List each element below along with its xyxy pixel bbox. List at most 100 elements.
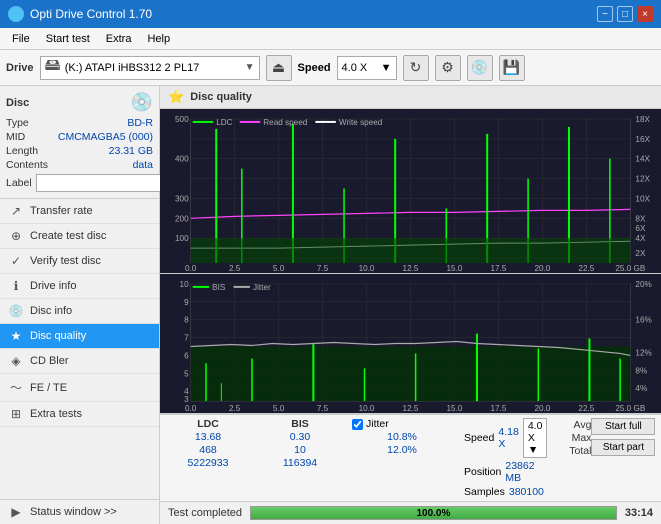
content-area: ⭐ Disc quality (160, 86, 661, 524)
title-controls: − □ × (597, 6, 653, 22)
minimize-button[interactable]: − (597, 6, 613, 22)
svg-text:Write speed: Write speed (339, 118, 382, 127)
sidebar-item-drive-info[interactable]: ℹ Drive info (0, 274, 159, 299)
svg-text:22.5: 22.5 (578, 264, 594, 273)
menu-file[interactable]: File (4, 31, 38, 47)
drive-icon: 🖴 (45, 54, 61, 81)
progress-bar-outer: 100.0% (250, 506, 617, 520)
drive-label: Drive (6, 62, 34, 74)
status-text: Test completed (168, 507, 242, 519)
speed-box-value: 4.0 X (528, 420, 543, 444)
burn-button[interactable]: 💿 (467, 55, 493, 81)
sidebar-label-disc-quality: Disc quality (30, 330, 86, 342)
stats-avg-jitter: 10.8% (352, 431, 452, 443)
svg-text:BIS: BIS (212, 283, 225, 292)
menu-extra[interactable]: Extra (98, 31, 140, 47)
speed-selector[interactable]: 4.0 X ▼ (337, 56, 397, 80)
sidebar-item-fe-te[interactable]: 〜 FE / TE (0, 374, 159, 402)
svg-text:25.0 GB: 25.0 GB (615, 264, 645, 273)
svg-text:20%: 20% (635, 280, 651, 289)
chart-bis: 10 9 8 7 6 5 4 3 20% 16% 12% 8% 4% 0.0 (160, 274, 661, 414)
sidebar-label-disc-info: Disc info (30, 305, 72, 317)
svg-text:8: 8 (184, 316, 189, 325)
svg-text:300: 300 (175, 195, 189, 204)
samples-value: 380100 (509, 486, 544, 498)
speed-box-arrow: ▼ (528, 444, 538, 456)
stats-max-jitter: 12.0% (352, 444, 452, 456)
sidebar-item-verify-test-disc[interactable]: ✓ Verify test disc (0, 249, 159, 274)
svg-text:7.5: 7.5 (317, 404, 329, 413)
drive-selector[interactable]: 🖴 (K:) ATAPI iHBS312 2 PL17 ▼ (40, 56, 260, 80)
sidebar-item-disc-quality[interactable]: ★ Disc quality (0, 324, 159, 349)
svg-text:7.5: 7.5 (317, 264, 329, 273)
dq-header-icon: ⭐ (168, 89, 184, 105)
disc-type-row: Type BD-R (6, 117, 153, 129)
save-button[interactable]: 💾 (499, 55, 525, 81)
speed-value: 4.0 X (342, 62, 368, 74)
stats-bis-header: BIS (260, 418, 340, 430)
svg-text:5: 5 (184, 369, 189, 378)
svg-text:10.0: 10.0 (359, 404, 375, 413)
svg-text:10.0: 10.0 (359, 264, 375, 273)
drive-value: (K:) ATAPI iHBS312 2 PL17 (65, 62, 241, 74)
settings-button[interactable]: ⚙ (435, 55, 461, 81)
disc-mid-label: MID (6, 131, 25, 143)
svg-text:200: 200 (175, 214, 189, 223)
menu-start-test[interactable]: Start test (38, 31, 98, 47)
cd-bler-icon: ◈ (8, 354, 24, 368)
app-icon (8, 6, 24, 22)
close-button[interactable]: × (637, 6, 653, 22)
jitter-checkbox-row: Jitter (352, 418, 452, 430)
svg-text:4%: 4% (635, 384, 647, 393)
transfer-rate-icon: ↗ (8, 204, 24, 218)
jitter-checkbox[interactable] (352, 419, 363, 430)
main-layout: Disc 💿 Type BD-R MID CMCMAGBA5 (000) Len… (0, 86, 661, 524)
stats-total-bis: 116394 (260, 457, 340, 469)
label-input[interactable] (36, 174, 174, 192)
svg-text:500: 500 (175, 115, 189, 124)
sidebar-label-verify-test-disc: Verify test disc (30, 255, 101, 267)
progress-bar-area: Test completed 100.0% 33:14 (160, 501, 661, 524)
avg-row-label: Avg (559, 419, 591, 431)
status-window-button[interactable]: ▶ Status window >> (0, 500, 159, 524)
svg-text:5.0: 5.0 (273, 404, 285, 413)
eject-button[interactable]: ⏏ (266, 55, 292, 81)
speed-label: Speed (298, 62, 331, 74)
sidebar-item-create-test-disc[interactable]: ⊕ Create test disc (0, 224, 159, 249)
disc-type-label: Type (6, 117, 29, 129)
samples-label: Samples (464, 486, 505, 498)
svg-text:15.0: 15.0 (447, 404, 463, 413)
sidebar-label-drive-info: Drive info (30, 280, 76, 292)
svg-text:2.5: 2.5 (229, 264, 241, 273)
max-row-label: Max (559, 432, 591, 444)
start-part-button[interactable]: Start part (591, 439, 655, 456)
svg-text:2.5: 2.5 (229, 404, 241, 413)
maximize-button[interactable]: □ (617, 6, 633, 22)
sidebar-item-disc-info[interactable]: 💿 Disc info (0, 299, 159, 324)
elapsed-time: 33:14 (625, 507, 653, 519)
disc-label: Disc (6, 97, 29, 109)
sidebar-item-transfer-rate[interactable]: ↗ Transfer rate (0, 199, 159, 224)
svg-text:9: 9 (184, 298, 189, 307)
row-labels-col: Avg Max Total (559, 418, 591, 498)
refresh-button[interactable]: ↻ (403, 55, 429, 81)
sidebar-item-extra-tests[interactable]: ⊞ Extra tests (0, 402, 159, 427)
sidebar-label-fe-te: FE / TE (30, 382, 67, 394)
disc-length-row: Length 23.31 GB (6, 145, 153, 157)
disc-panel: Disc 💿 Type BD-R MID CMCMAGBA5 (000) Len… (0, 86, 159, 199)
start-buttons: Start full Start part (591, 418, 655, 498)
menu-help[interactable]: Help (139, 31, 178, 47)
svg-text:25.0 GB: 25.0 GB (615, 404, 645, 413)
svg-text:17.5: 17.5 (490, 264, 506, 273)
stats-jitter-col: Jitter 10.8% 12.0% (352, 418, 452, 498)
start-full-button[interactable]: Start full (591, 418, 655, 435)
speed-box-selector[interactable]: 4.0 X ▼ (523, 418, 548, 458)
svg-text:LDC: LDC (216, 118, 233, 127)
svg-text:14X: 14X (635, 155, 650, 164)
svg-text:12.5: 12.5 (403, 404, 419, 413)
svg-text:16X: 16X (635, 135, 650, 144)
svg-text:22.5: 22.5 (578, 404, 594, 413)
svg-text:3: 3 (184, 395, 189, 404)
disc-panel-header: Disc 💿 (6, 92, 153, 113)
sidebar-item-cd-bler[interactable]: ◈ CD Bler (0, 349, 159, 374)
